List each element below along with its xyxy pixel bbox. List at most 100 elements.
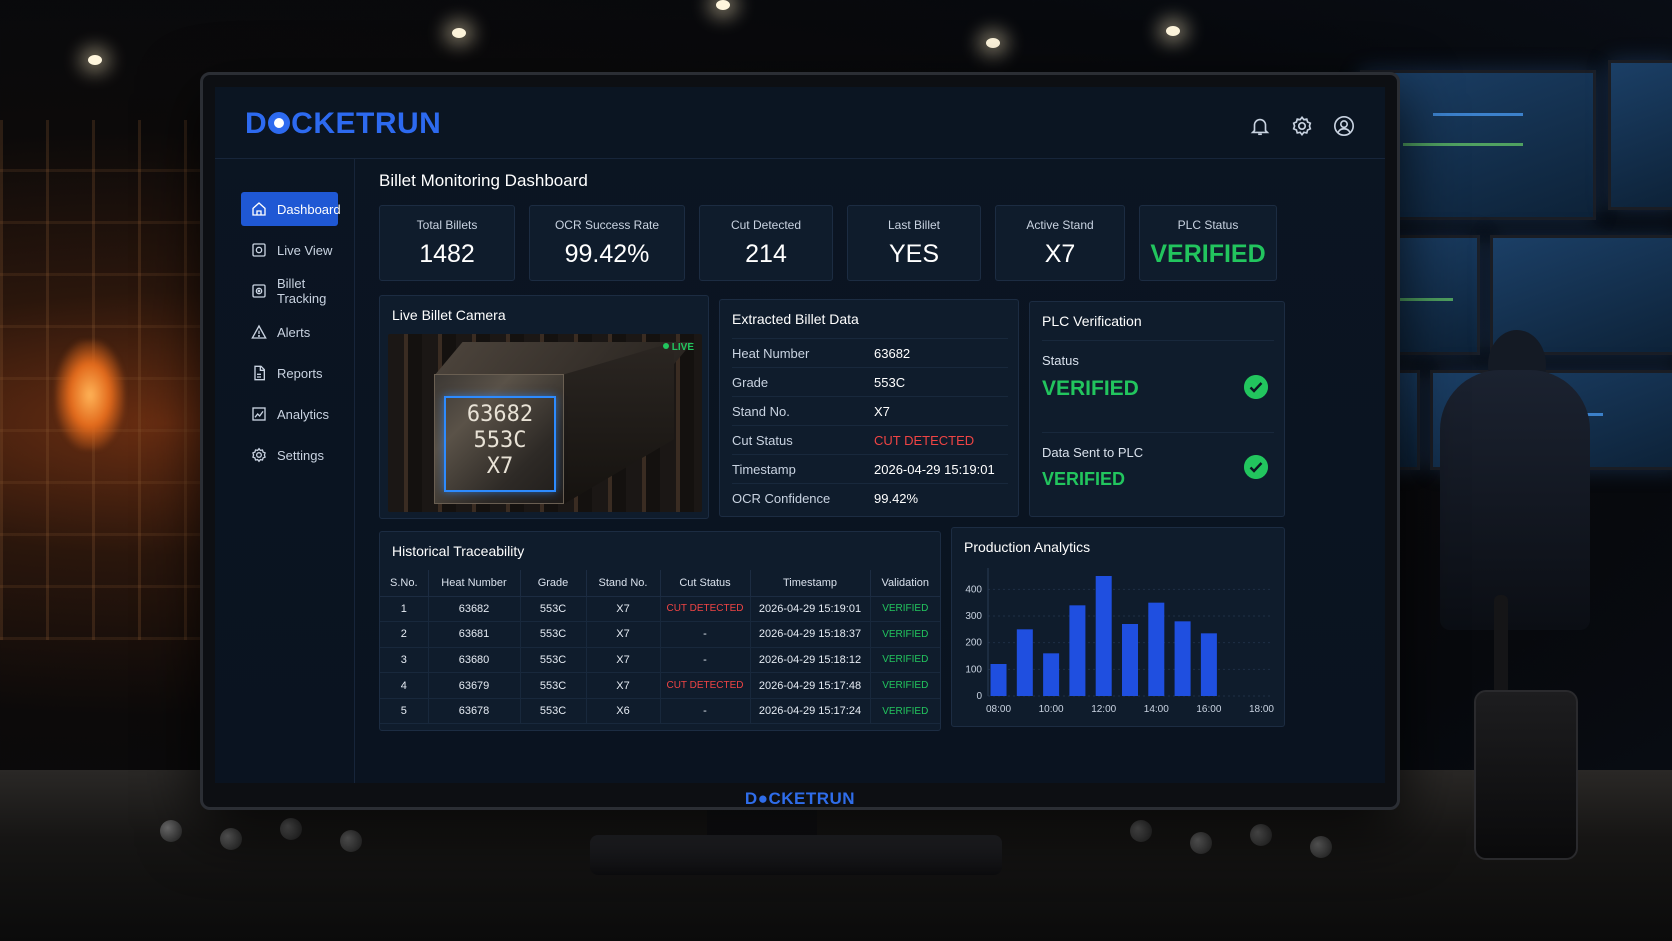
production-analytics-panel: Production Analytics 0 100 200 300 400 08:00 1… xyxy=(951,527,1285,727)
operator-silhouette xyxy=(1440,370,1590,630)
bell-icon[interactable] xyxy=(1249,115,1271,137)
sidebar: Dashboard Live View Billet Tracking Aler… xyxy=(215,159,355,783)
ceiling-light xyxy=(88,55,102,65)
table-header-row: S.No. Heat Number Grade Stand No. Cut St… xyxy=(380,570,940,597)
ceiling-light xyxy=(716,0,730,10)
traceability-table: S.No. Heat Number Grade Stand No. Cut St… xyxy=(380,570,940,725)
gear-icon xyxy=(252,447,266,463)
historical-traceability-panel: Historical Traceability S.No. Heat Numbe… xyxy=(379,531,941,731)
plc-status-block: Status VERIFIED xyxy=(1042,340,1274,432)
plc-status-value: VERIFIED xyxy=(1042,377,1139,400)
gear-icon[interactable] xyxy=(1291,115,1313,137)
y-tick-label: 0 xyxy=(976,691,982,702)
y-tick-label: 200 xyxy=(965,638,982,649)
bar xyxy=(1095,576,1112,696)
live-camera-panel: Live Billet Camera 63682 553C X7 LIVE xyxy=(379,295,709,519)
y-tick-label: 100 xyxy=(965,664,982,675)
kpi-label: Cut Detected xyxy=(730,218,802,232)
data-row-cut-status: Cut Status CUT DETECTED xyxy=(732,425,1008,454)
data-row-ocr-confidence: OCR Confidence 99.42% xyxy=(732,483,1008,512)
user-icon[interactable] xyxy=(1333,115,1355,137)
top-bar: D CKETRUN xyxy=(215,87,1385,159)
column-header[interactable]: Grade xyxy=(520,570,587,597)
camera-feed[interactable]: 63682 553C X7 LIVE xyxy=(388,334,702,512)
x-tick-label: 16:00 xyxy=(1196,704,1221,715)
plc-sent-block: Data Sent to PLC VERIFIED xyxy=(1042,432,1274,524)
column-header[interactable]: S.No. xyxy=(380,570,429,597)
bar xyxy=(1122,624,1138,696)
sidebar-item-reports[interactable]: Reports xyxy=(241,356,338,390)
table-row[interactable]: 2 63681 553C X7-2026-04-29 15:18:37 VERIFIED xyxy=(380,621,940,648)
sidebar-item-alerts[interactable]: Alerts xyxy=(241,315,338,349)
kpi-value: 214 xyxy=(745,240,787,268)
chart-icon xyxy=(252,407,266,421)
column-header[interactable]: Heat Number xyxy=(428,570,521,597)
panel-title: Extracted Billet Data xyxy=(732,311,859,327)
column-header[interactable]: Stand No. xyxy=(586,570,661,597)
ceiling-light xyxy=(986,38,1000,48)
data-row-timestamp: Timestamp 2026-04-29 15:19:01 xyxy=(732,454,1008,483)
table-row[interactable]: 4 63679 553C X7 CUT DETECTED 2026-04-29 15:17… xyxy=(380,672,940,699)
radio-antenna xyxy=(1494,595,1508,695)
bar xyxy=(1069,605,1086,696)
sidebar-item-dashboard[interactable]: Dashboard xyxy=(241,192,341,226)
kpi-cut-detected: Cut Detected 214 xyxy=(699,205,833,281)
camera-icon xyxy=(252,243,266,257)
kpi-label: Active Stand xyxy=(1026,218,1094,232)
bar xyxy=(1148,602,1165,696)
bar xyxy=(990,664,1007,696)
kpi-value: X7 xyxy=(1044,240,1076,268)
kpi-plc-status: PLC Status VERIFIED xyxy=(1139,205,1277,281)
kpi-label: Last Billet xyxy=(887,218,941,232)
plc-sent-value: VERIFIED xyxy=(1042,469,1126,489)
monitor: D CKETRUN Dashboard Live View Billet Trac… xyxy=(200,72,1400,810)
logo-ring-icon: ● xyxy=(757,789,769,808)
warning-icon xyxy=(251,324,267,339)
kpi-last-billet: Last Billet YES xyxy=(847,205,981,281)
x-tick-label: 18:00 xyxy=(1249,704,1274,715)
bezel-logo: D●CKETRUN xyxy=(744,789,856,808)
table-row[interactable]: 3 63680 553C X7-2026-04-29 15:18:12 VERIFIED xyxy=(380,647,940,674)
data-row-grade: Grade 553C xyxy=(732,367,1008,396)
bar xyxy=(1043,653,1060,696)
column-header[interactable]: Cut Status xyxy=(660,570,751,597)
table-row[interactable]: 1 63682 553C X7 CUT DETECTED 2026-04-29 15:19… xyxy=(380,596,940,623)
brand-logo: D CKETRUN xyxy=(245,107,442,140)
sidebar-item-label: Dashboard xyxy=(277,201,341,217)
x-tick-label: 14:00 xyxy=(1144,704,1169,715)
panel-title: Live Billet Camera xyxy=(392,307,506,323)
x-tick-label: 10:00 xyxy=(1039,704,1064,715)
bar xyxy=(1016,629,1033,696)
logo-ring-icon xyxy=(268,112,291,134)
sidebar-item-label: Live View xyxy=(277,242,333,258)
home-icon xyxy=(252,202,266,216)
sidebar-item-live-view[interactable]: Live View xyxy=(241,233,338,267)
live-badge: LIVE xyxy=(663,342,694,353)
ceiling-light xyxy=(452,28,466,38)
kpi-value: 99.42% xyxy=(564,240,650,268)
plc-verification-panel: PLC Verification Status VERIFIED Data Se… xyxy=(1029,301,1285,517)
sidebar-item-billet-tracking[interactable]: Billet Tracking xyxy=(241,274,338,308)
y-tick-label: 300 xyxy=(965,611,982,622)
x-tick-label: 12:00 xyxy=(1091,704,1116,715)
panel-title: Historical Traceability xyxy=(392,543,525,559)
plc-status-label: Status xyxy=(1042,353,1079,368)
top-bar-icons xyxy=(1249,115,1355,137)
main-content: Billet Monitoring Dashboard Total Billet… xyxy=(373,159,1373,783)
column-header[interactable]: Validation xyxy=(870,570,940,597)
column-header[interactable]: Timestamp xyxy=(750,570,871,597)
check-circle-icon xyxy=(1244,455,1268,479)
sidebar-item-settings[interactable]: Settings xyxy=(241,438,338,472)
panel-title: PLC Verification xyxy=(1042,313,1142,329)
plc-sent-label: Data Sent to PLC xyxy=(1042,445,1144,460)
table-row[interactable]: 5 63678 553C X6-2026-04-29 15:17:24 VERIFIED xyxy=(380,698,940,725)
extracted-data-panel: Extracted Billet Data Heat Number 63682 G… xyxy=(719,299,1019,517)
kpi-total-billets: Total Billets 1482 xyxy=(379,205,515,281)
sidebar-item-label: Alerts xyxy=(277,324,311,340)
ocr-text: 63682 553C X7 xyxy=(466,402,534,479)
sidebar-item-label: Reports xyxy=(277,365,323,381)
bar xyxy=(1174,621,1191,696)
dashboard-screen: D CKETRUN Dashboard Live View Billet Trac… xyxy=(215,87,1385,783)
kpi-ocr-success-rate: OCR Success Rate 99.42% xyxy=(529,205,685,281)
sidebar-item-analytics[interactable]: Analytics xyxy=(241,397,338,431)
